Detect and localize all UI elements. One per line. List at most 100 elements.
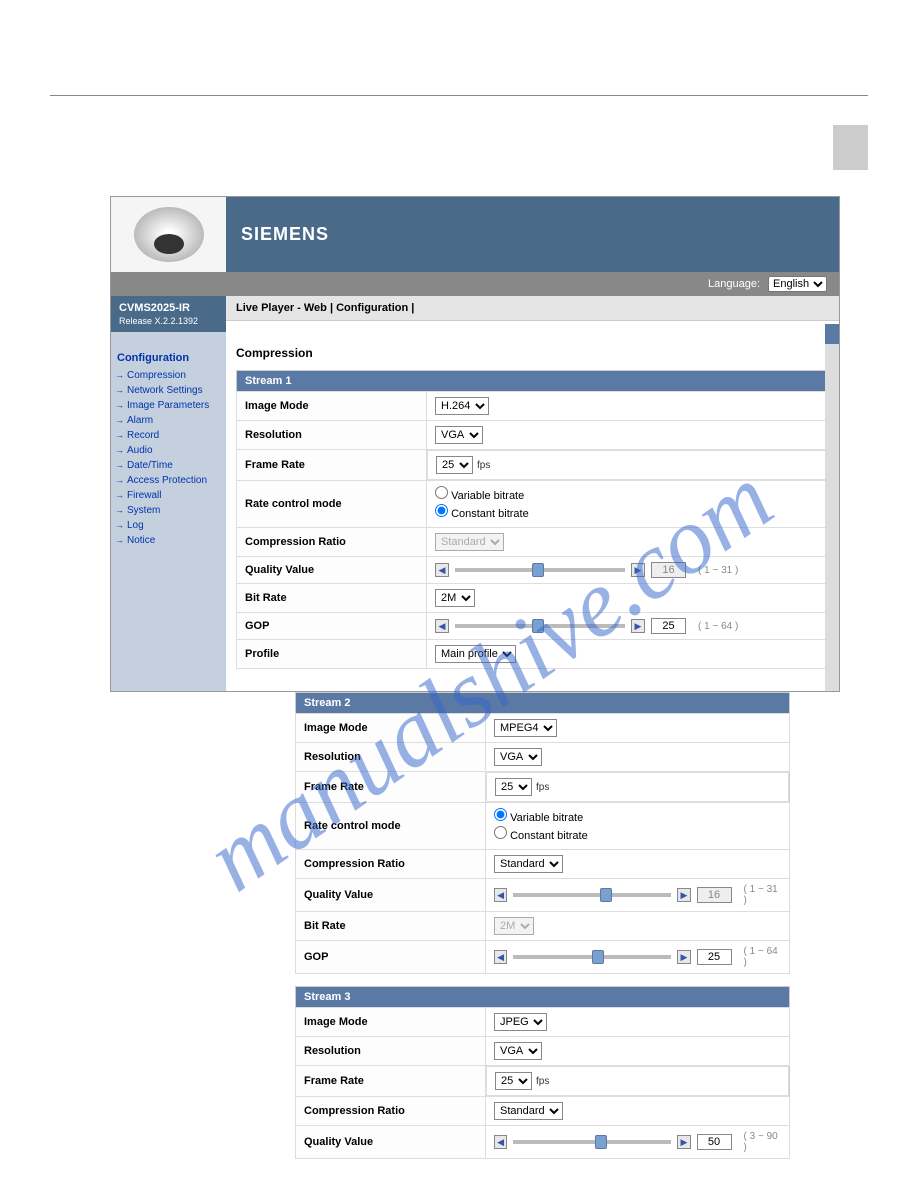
stream3-quality-label: Quality Value [296,1126,486,1159]
sidebar-item-record[interactable]: Record [117,428,220,443]
stream1-profile-label: Profile [237,640,427,669]
sidebar-item-network[interactable]: Network Settings [117,383,220,398]
stream1-framerate-select[interactable]: 25 [436,456,473,474]
tab-live-player[interactable]: Live Player - Web [236,302,327,314]
stream1-quality-slider[interactable] [455,568,625,572]
stream2-image-mode-label: Image Mode [296,714,486,743]
stream2-gop-label: GOP [296,941,486,974]
stream1-quality-range: ( 1 ~ 31 ) [698,565,738,576]
stream3-quality-value[interactable] [697,1134,732,1150]
stream2-framerate-select[interactable]: 25 [495,778,532,796]
content-pane: Live Player - Web | Configuration | Comp… [226,296,839,691]
stream2-gop-inc[interactable]: ▶ [677,950,690,964]
stream1-image-mode-select[interactable]: H.264 [435,397,489,415]
sidebar-item-access[interactable]: Access Protection [117,473,220,488]
stream2-bitrate-select: 2M [494,917,534,935]
stream1-quality-value [651,562,686,578]
stream3-resolution-select[interactable]: VGA [494,1042,542,1060]
sidebar-item-image-params[interactable]: Image Parameters [117,398,220,413]
stream2-bitrate-label: Bit Rate [296,912,486,941]
stream2-header: Stream 2 [296,693,790,714]
stream3-compression-select[interactable]: Standard [494,1102,563,1120]
stream2-image-mode-select[interactable]: MPEG4 [494,719,557,737]
stream2-ratecontrol-label: Rate control mode [296,803,486,850]
stream2-quality-inc[interactable]: ▶ [677,888,690,902]
stream1-gop-dec[interactable]: ◀ [435,619,449,633]
sidebar-item-audio[interactable]: Audio [117,443,220,458]
stream1-gop-inc[interactable]: ▶ [631,619,645,633]
stream2-gop-slider[interactable] [513,955,671,959]
stream3-framerate-select[interactable]: 25 [495,1072,532,1090]
sidebar-item-notice[interactable]: Notice [117,533,220,548]
stream3-quality-slider[interactable] [513,1140,671,1144]
content-tabs: Live Player - Web | Configuration | [226,296,839,321]
stream1-constant-radio[interactable] [435,504,448,517]
language-bar: Language: English [111,272,839,296]
stream3-compression-label: Compression Ratio [296,1097,486,1126]
stream1-quality-dec[interactable]: ◀ [435,563,449,577]
stream3-quality-range: ( 3 ~ 90 ) [744,1131,782,1153]
stream2-variable-radio[interactable] [494,808,507,821]
stream2-table: Stream 2 Image Mode MPEG4 Resolution VGA… [295,692,790,974]
stream1-ratecontrol-label: Rate control mode [237,481,427,528]
stream2-quality-slider[interactable] [513,893,671,897]
stream2-framerate-label: Frame Rate [296,772,486,803]
stream2-gop-dec[interactable]: ◀ [494,950,507,964]
stream2-quality-range: ( 1 ~ 31 ) [744,884,782,906]
dome-camera-icon [134,207,204,262]
stream2-compression-select[interactable]: Standard [494,855,563,873]
stream1-gop-value[interactable] [651,618,686,634]
stream1-header: Stream 1 [237,371,829,392]
tab-configuration[interactable]: Configuration [336,302,408,314]
vertical-scrollbar[interactable] [825,324,839,691]
release-version: Release X.2.2.1392 [119,316,218,326]
stream1-gop-slider[interactable] [455,624,625,628]
stream1-quality-label: Quality Value [237,557,427,584]
stream2-quality-label: Quality Value [296,879,486,912]
header-divider [50,95,868,96]
stream3-image-mode-label: Image Mode [296,1008,486,1037]
stream2-quality-dec[interactable]: ◀ [494,888,507,902]
sidebar-item-datetime[interactable]: Date/Time [117,458,220,473]
sidebar-item-system[interactable]: System [117,503,220,518]
fps-label3: fps [536,1076,549,1087]
stream1-profile-select[interactable]: Main profile [435,645,516,663]
stream2-quality-value [697,887,732,903]
stream3-table: Stream 3 Image Mode JPEG Resolution VGA … [295,986,790,1159]
stream1-resolution-select[interactable]: VGA [435,426,483,444]
model-name: CVMS2025-IR [119,302,218,314]
stream3-quality-inc[interactable]: ▶ [677,1135,690,1149]
page-corner-marker [833,125,868,170]
fps-label2: fps [536,782,549,793]
config-window: SIEMENS Language: English CVMS2025-IR Re… [110,196,840,692]
stream1-bitrate-select[interactable]: 2M [435,589,475,607]
stream2-resolution-select[interactable]: VGA [494,748,542,766]
stream1-gop-label: GOP [237,613,427,640]
brand-bar: SIEMENS [226,197,839,272]
stream1-compression-label: Compression Ratio [237,528,427,557]
stream2-gop-value[interactable] [697,949,732,965]
stream2-resolution-label: Resolution [296,743,486,772]
stream2-compression-label: Compression Ratio [296,850,486,879]
stream1-compression-select: Standard [435,533,504,551]
stream1-image-mode-label: Image Mode [237,392,427,421]
sidebar-item-firewall[interactable]: Firewall [117,488,220,503]
stream3-header: Stream 3 [296,987,790,1008]
stream1-table: Stream 1 Image Mode H.264 Resolution VGA… [236,370,829,669]
fps-label: fps [477,460,490,471]
stream2-gop-range: ( 1 ~ 64 ) [744,946,782,968]
stream1-bitrate-label: Bit Rate [237,584,427,613]
sidebar-item-alarm[interactable]: Alarm [117,413,220,428]
sidebar: CVMS2025-IR Release X.2.2.1392 Configura… [111,296,226,691]
stream3-image-mode-select[interactable]: JPEG [494,1013,547,1031]
stream2-constant-radio[interactable] [494,826,507,839]
camera-thumbnail [111,197,226,272]
tab-separator-end: | [411,302,414,314]
language-select[interactable]: English [768,276,827,292]
sidebar-item-compression[interactable]: Compression [117,368,220,383]
stream3-quality-dec[interactable]: ◀ [494,1135,507,1149]
sidebar-item-log[interactable]: Log [117,518,220,533]
stream1-quality-inc[interactable]: ▶ [631,563,645,577]
stream3-framerate-label: Frame Rate [296,1066,486,1097]
stream1-variable-radio[interactable] [435,486,448,499]
